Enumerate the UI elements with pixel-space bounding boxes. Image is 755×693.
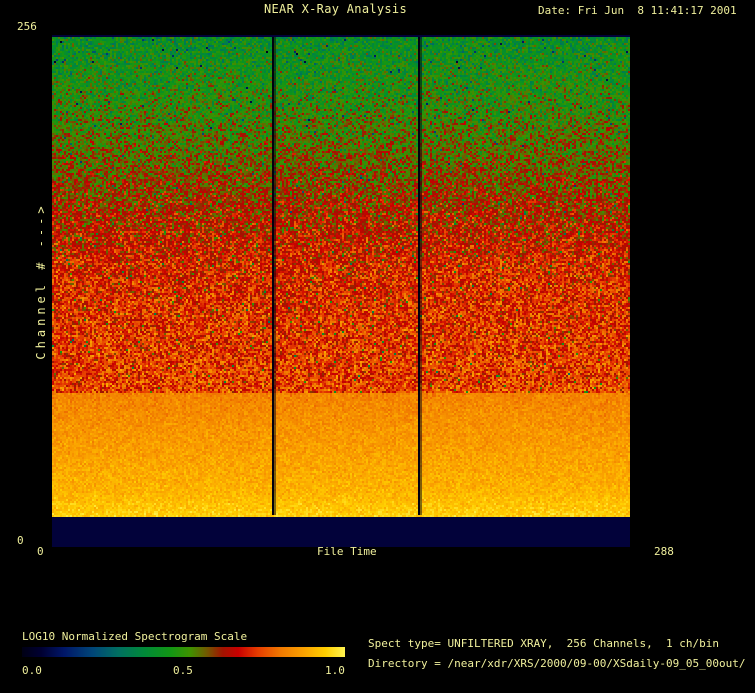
colorbar-tick-mid: 0.5 [173,664,193,677]
colorbar-title: LOG10 Normalized Spectrogram Scale [22,630,248,643]
spectrogram-heatmap [52,35,630,547]
page-title: NEAR X-Ray Analysis [264,2,407,16]
x-axis-tick-max: 288 [654,545,674,558]
colorbar-tick-min: 0.0 [22,664,42,677]
spect-type-info: Spect type= UNFILTERED XRAY, 256 Channel… [368,637,719,650]
date-stamp: Date: Fri Jun 8 11:41:17 2001 [538,4,737,17]
y-axis-label: Channel # ---> [34,202,48,360]
x-axis-tick-min: 0 [37,545,44,558]
y-axis-tick-max: 256 [17,20,37,33]
plot-window: NEAR X-Ray Analysis Date: Fri Jun 8 11:4… [0,0,755,693]
directory-info: Directory = /near/xdr/XRS/2000/09-00/XSd… [368,657,746,670]
y-axis-tick-min: 0 [17,534,24,547]
colorbar-gradient [22,647,345,657]
colorbar-tick-max: 1.0 [325,664,345,677]
x-axis-label: File Time [317,545,377,558]
